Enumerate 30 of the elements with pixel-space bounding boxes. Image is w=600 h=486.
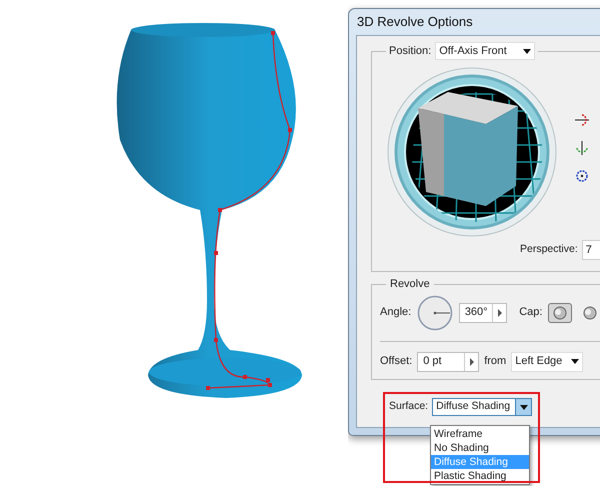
window-title: 3D Revolve Options (356, 13, 474, 32)
caret-icon (498, 308, 502, 316)
perspective-label: Perspective: (520, 242, 578, 258)
caret-icon (571, 359, 580, 364)
angle-field[interactable]: 360° (459, 302, 508, 322)
revolve-title: Revolve (390, 278, 430, 290)
menu-item[interactable]: Wireframe (431, 427, 529, 441)
cap-toggle[interactable] (548, 302, 572, 322)
position-label: Position: (389, 44, 432, 59)
rotate-z-icon[interactable] (574, 168, 590, 184)
cap-icon (553, 306, 568, 320)
angle-label: Angle: (380, 305, 412, 320)
rotate-x-icon[interactable] (574, 112, 590, 128)
from-label: from (484, 354, 506, 370)
surface-dropdown[interactable]: Diffuse Shading (432, 398, 532, 416)
caret-icon (470, 358, 474, 366)
offset-label: Offset: (380, 354, 412, 370)
offset-field[interactable]: 0 pt (417, 352, 480, 372)
caret-icon (523, 48, 532, 54)
rotate-y-icon[interactable] (574, 140, 590, 156)
menu-item[interactable]: No Shading (431, 441, 529, 455)
cap-label: Cap: (519, 305, 542, 320)
trackball-drawing[interactable] (386, 66, 558, 238)
menu-item[interactable]: Plastic Shading (431, 469, 529, 483)
from-dropdown[interactable]: Left Edge (511, 352, 584, 372)
cap-icon (583, 306, 598, 320)
perspective-field[interactable]: 7 (582, 240, 600, 260)
caret-icon (520, 404, 528, 410)
position-dropdown[interactable]: Off-Axis Front (435, 42, 536, 60)
surface-label: Surface: (389, 399, 428, 414)
